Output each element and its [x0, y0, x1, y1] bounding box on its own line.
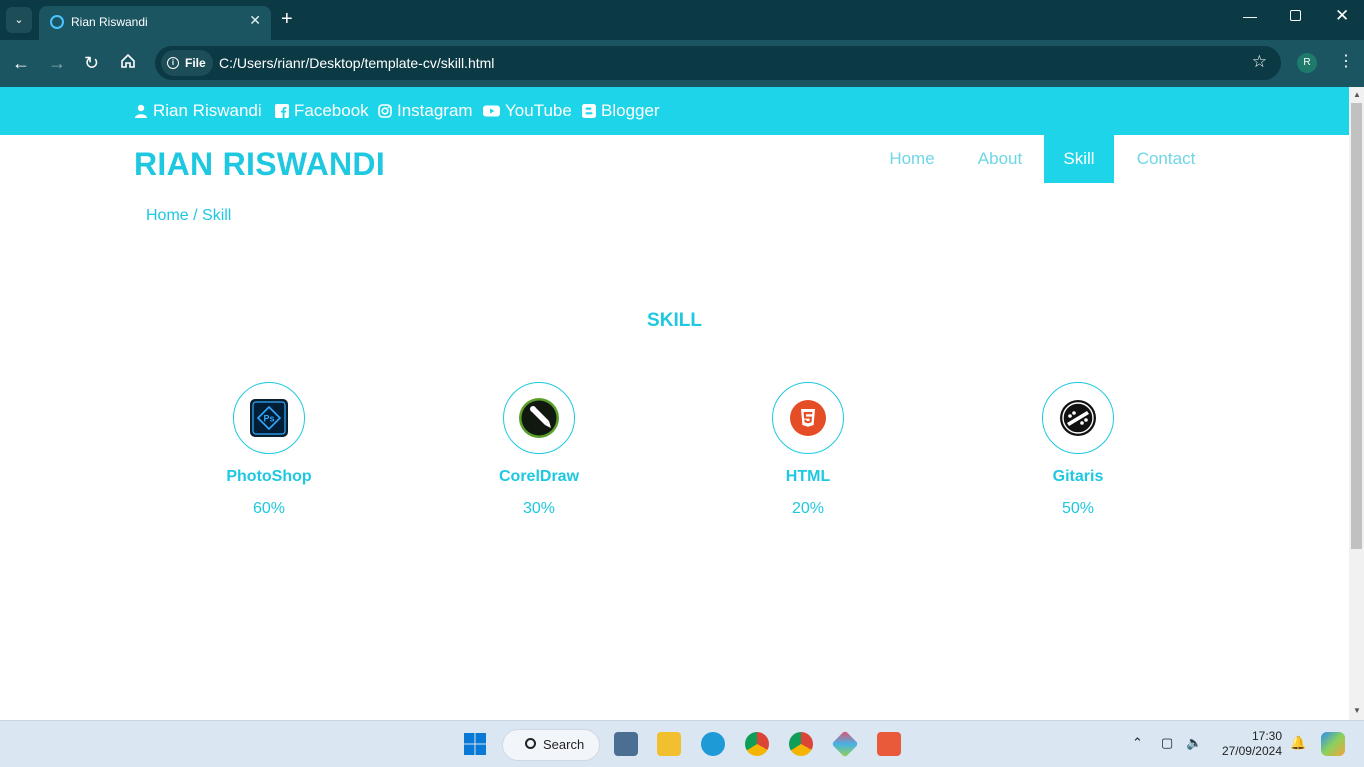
volume-icon[interactable]: 🔈	[1186, 735, 1202, 751]
url-text[interactable]: C:/Users/rianr/Desktop/template-cv/skill…	[219, 55, 494, 71]
file-explorer-icon[interactable]	[657, 732, 681, 756]
skill-icon-circle	[503, 382, 575, 454]
back-icon[interactable]: ←	[12, 52, 30, 74]
forward-icon[interactable]: →	[48, 52, 66, 74]
site-info-chip[interactable]: i File	[161, 50, 213, 76]
app-diamond-icon[interactable]	[831, 730, 859, 758]
facebook-link-label: Facebook	[294, 101, 369, 120]
user-icon	[135, 104, 147, 118]
photoshop-icon: Ps	[250, 399, 288, 437]
restore-icon[interactable]	[1290, 10, 1301, 21]
skill-icon-circle	[1042, 382, 1114, 454]
skill-card: CorelDraw 30%	[439, 382, 639, 518]
nav-home[interactable]: Home	[868, 135, 956, 183]
tab-search-button[interactable]: ⌄	[6, 7, 32, 33]
tab-favicon-icon	[50, 15, 64, 29]
skill-name: PhotoShop	[226, 468, 312, 485]
menu-kebab-icon[interactable]: ⋮	[1338, 51, 1354, 71]
section-title: SKILL	[647, 310, 702, 331]
info-icon: i	[167, 57, 179, 69]
address-bar[interactable]: i File C:/Users/rianr/Desktop/template-c…	[155, 46, 1281, 80]
page-viewport: Rian Riswandi Facebook Instagram YouTube…	[0, 87, 1349, 720]
network-icon[interactable]: ▢	[1161, 735, 1173, 751]
youtube-icon	[483, 105, 500, 117]
skill-percent: 30%	[522, 500, 556, 517]
clock-date: 27/09/2024	[1221, 744, 1282, 758]
social-topbar: Rian Riswandi Facebook Instagram YouTube…	[0, 87, 1349, 135]
skill-card: HTML 20%	[708, 382, 908, 518]
windows-taskbar: Search ⌃ ▢ 🔈 17:30 27/09/2024 🔔	[0, 720, 1364, 767]
taskbar-clock[interactable]: 17:30 27/09/2024	[1216, 729, 1282, 759]
facebook-link[interactable]: Facebook	[275, 101, 369, 121]
browser-toolbar: ← → ↻ i File C:/Users/rianr/Desktop/temp…	[0, 40, 1364, 87]
nav-contact[interactable]: Contact	[1114, 135, 1218, 183]
window-close-icon[interactable]: ✕	[1335, 6, 1349, 26]
nav-skill[interactable]: Skill	[1044, 135, 1114, 183]
tab-title: Rian Riswandi	[71, 15, 148, 29]
taskbar-search-label: Search	[543, 737, 585, 752]
nav-about[interactable]: About	[956, 135, 1044, 183]
guitar-icon	[1060, 400, 1096, 436]
clock-time: 17:30	[1251, 729, 1282, 743]
scroll-up-icon[interactable]: ▲	[1353, 90, 1361, 99]
skill-percent: 50%	[1061, 500, 1095, 517]
edge-icon[interactable]	[701, 732, 725, 756]
tab-close-icon[interactable]: ✕	[249, 12, 261, 29]
taskbar-search[interactable]: Search	[502, 729, 600, 761]
copilot-icon[interactable]	[1321, 732, 1345, 756]
blogger-link-label: Blogger	[601, 101, 660, 120]
scroll-thumb[interactable]	[1351, 103, 1362, 549]
page-scrollbar[interactable]: ▲ ▼	[1349, 87, 1364, 720]
blogger-icon	[582, 104, 596, 118]
browser-tab-bar: ⌄ Rian Riswandi ✕ + — ✕	[0, 0, 1364, 40]
svg-text:Ps: Ps	[263, 414, 274, 424]
reload-icon[interactable]: ↻	[84, 52, 99, 74]
snipping-tool-icon[interactable]	[877, 732, 901, 756]
site-brand[interactable]: RIAN RISWANDI	[134, 146, 385, 183]
browser-tab[interactable]: Rian Riswandi ✕	[39, 6, 271, 40]
breadcrumb: Home / Skill	[146, 207, 232, 224]
profile-link[interactable]: Rian Riswandi	[134, 101, 262, 121]
profile-link-label: Rian Riswandi	[153, 101, 262, 120]
instagram-link[interactable]: Instagram	[378, 101, 473, 121]
notification-bell-icon[interactable]: 🔔	[1290, 735, 1306, 751]
skill-icon-circle: Ps	[233, 382, 305, 454]
skill-name: Gitaris	[1052, 468, 1104, 485]
minimize-icon[interactable]: —	[1243, 8, 1257, 24]
new-tab-icon[interactable]: +	[281, 8, 293, 30]
blogger-link[interactable]: Blogger	[582, 101, 660, 121]
home-icon[interactable]	[120, 52, 136, 74]
skill-percent: 20%	[791, 500, 825, 517]
youtube-link[interactable]: YouTube	[483, 101, 572, 121]
chrome-profile-icon[interactable]	[789, 732, 813, 756]
search-icon	[525, 738, 536, 749]
html5-icon	[790, 400, 826, 436]
windows-start-icon[interactable]	[463, 732, 487, 756]
instagram-link-label: Instagram	[397, 101, 473, 120]
tray-chevron-icon[interactable]: ⌃	[1132, 735, 1143, 751]
skill-name: HTML	[785, 468, 831, 485]
skill-name: CorelDraw	[498, 468, 580, 485]
skill-percent: 60%	[252, 500, 286, 517]
coreldraw-icon	[519, 398, 559, 438]
skill-icon-circle	[772, 382, 844, 454]
youtube-link-label: YouTube	[505, 101, 572, 120]
bookmark-star-icon[interactable]: ☆	[1252, 52, 1267, 72]
skill-card: Ps PhotoShop 60%	[169, 382, 369, 518]
facebook-icon	[275, 104, 289, 118]
chrome-icon[interactable]	[745, 732, 769, 756]
instagram-icon	[378, 104, 392, 118]
skill-card: Gitaris 50%	[978, 382, 1178, 518]
task-manager-icon[interactable]	[614, 732, 638, 756]
url-scheme-label: File	[185, 56, 206, 70]
scroll-down-icon[interactable]: ▼	[1353, 706, 1361, 715]
profile-avatar[interactable]: R	[1297, 53, 1317, 73]
